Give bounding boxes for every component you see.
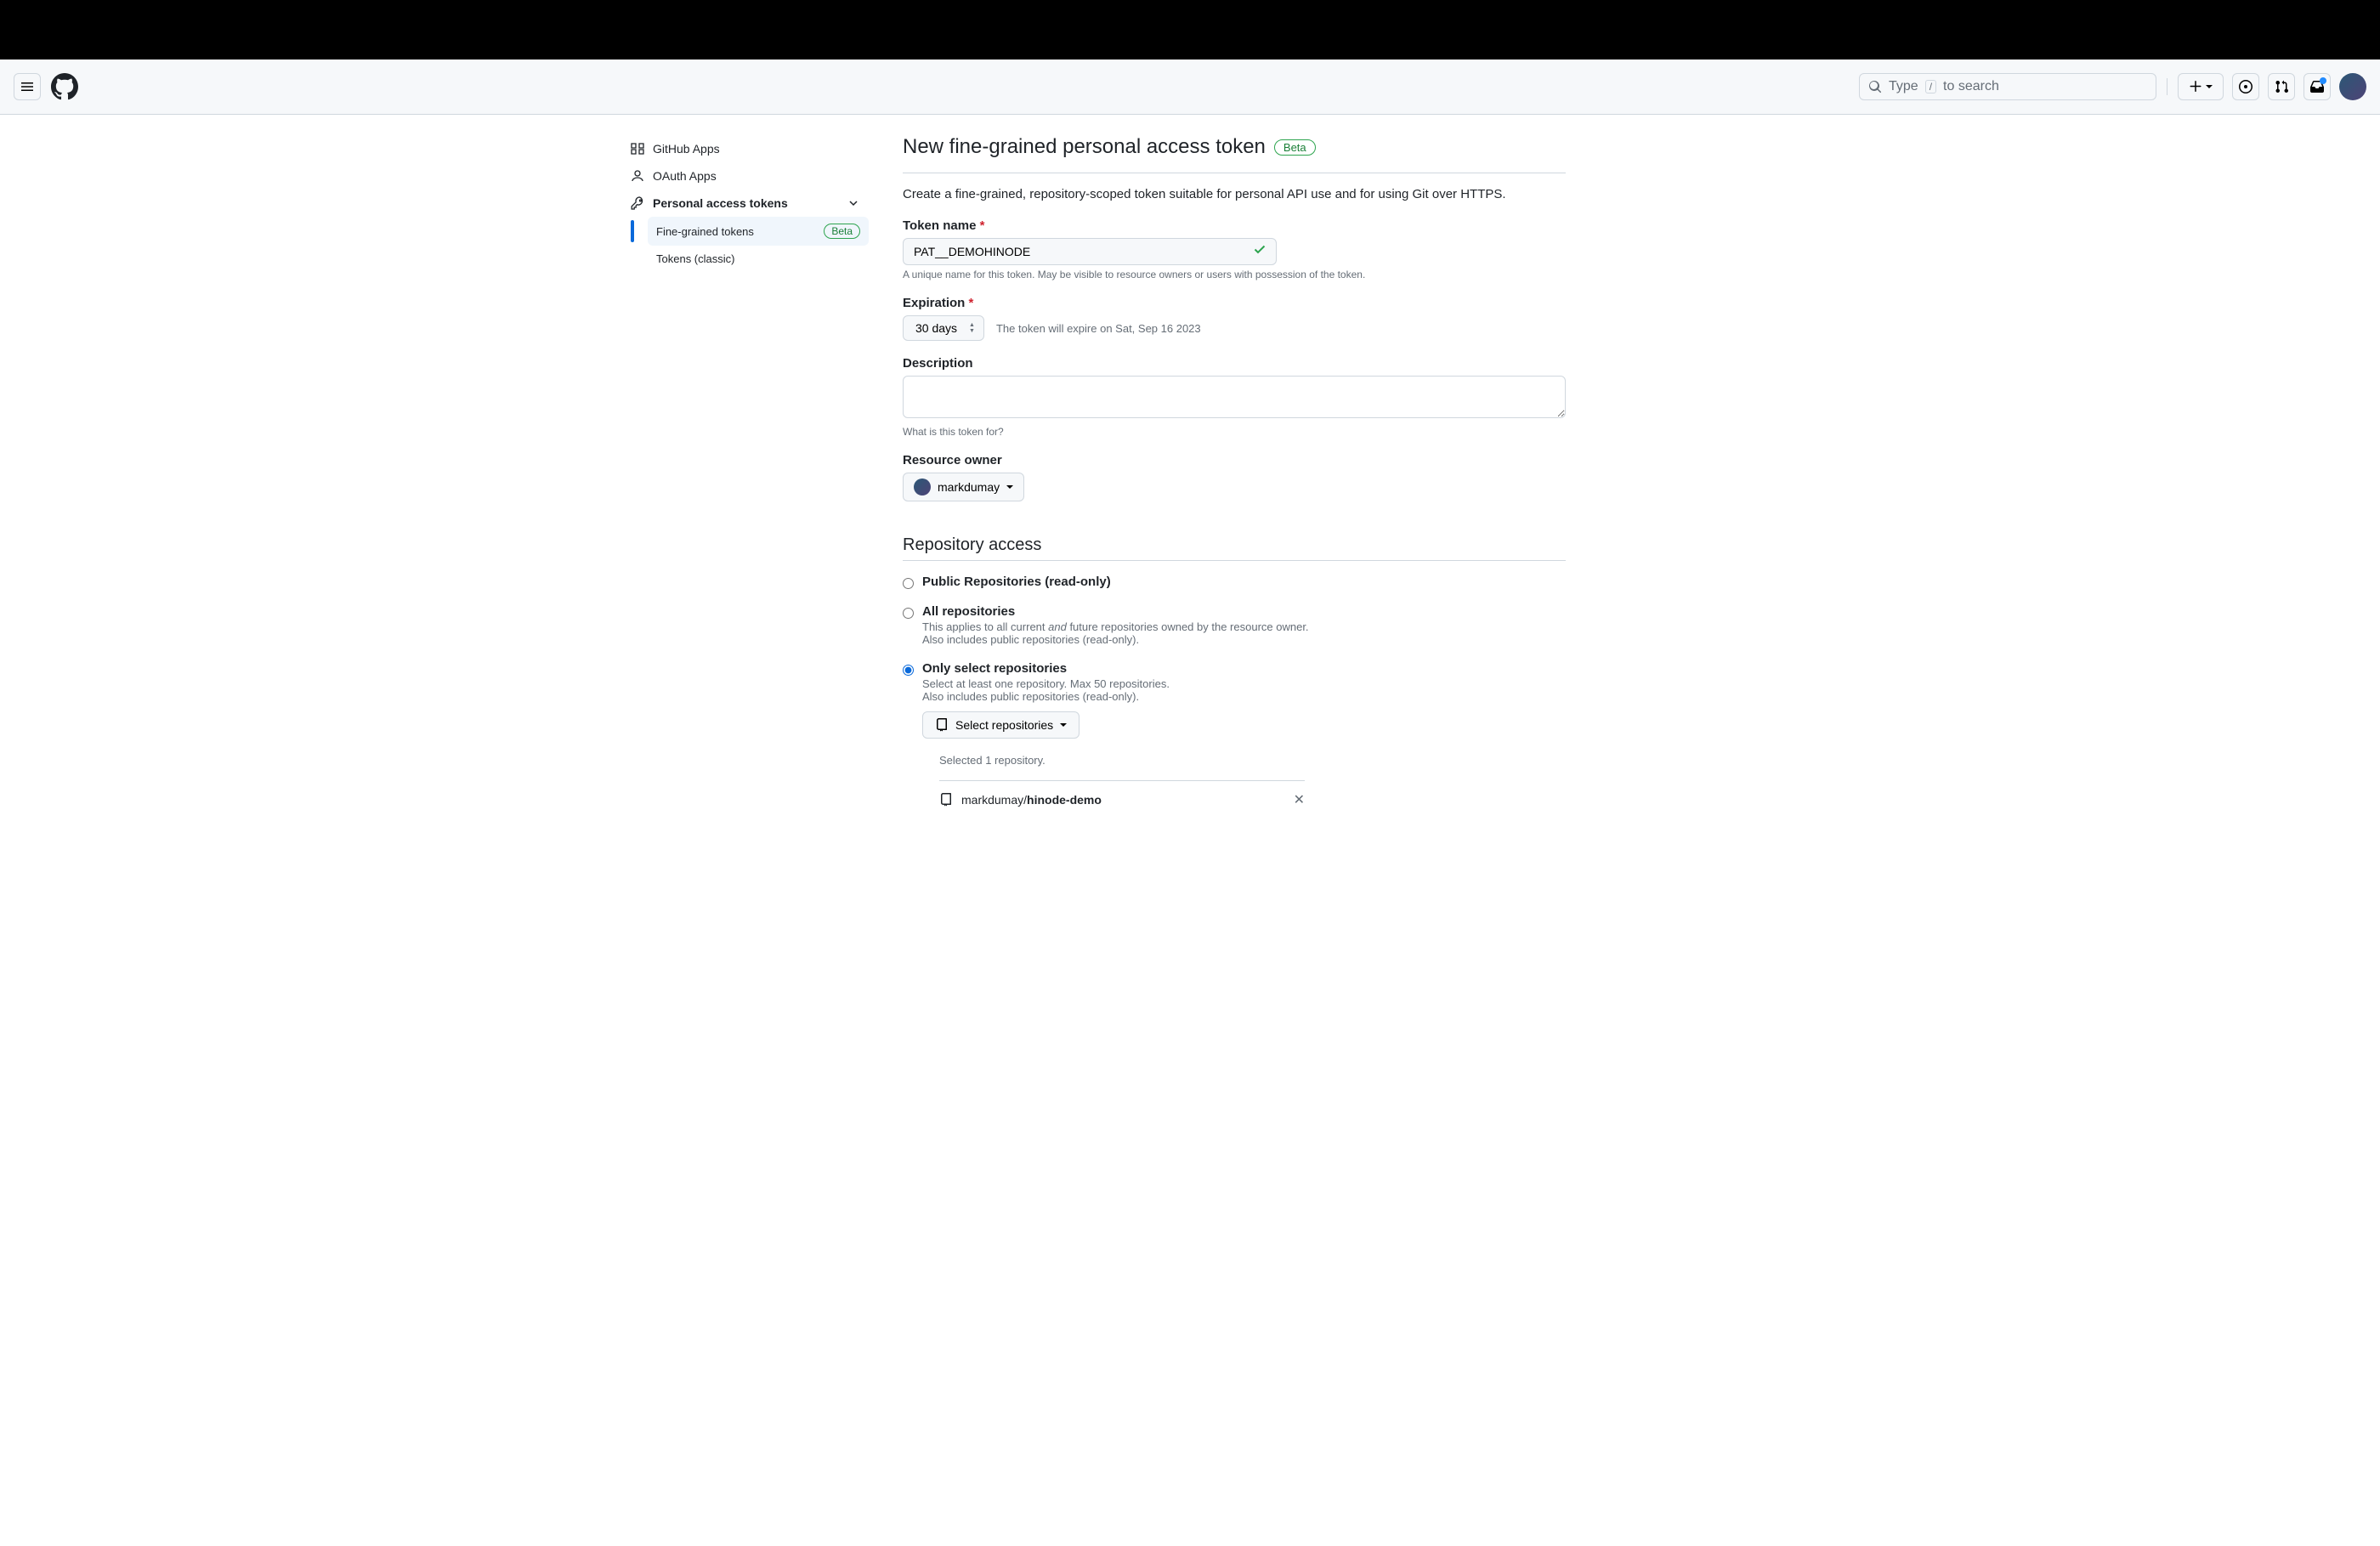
app-header: Type / to search — [0, 59, 2380, 115]
triangle-down-icon — [1006, 484, 1013, 490]
hamburger-menu-button[interactable] — [14, 73, 41, 100]
sidebar-item-oauth-apps[interactable]: OAuth Apps — [622, 162, 869, 190]
radio-all-repos[interactable] — [903, 608, 914, 619]
radio-select-repos[interactable] — [903, 665, 914, 676]
menu-icon — [20, 80, 34, 93]
expiration-select[interactable]: 30 days ▲▼ — [903, 315, 984, 341]
search-suffix: to search — [1943, 79, 1999, 94]
token-name-hint: A unique name for this token. May be vis… — [903, 269, 1566, 280]
check-icon — [1253, 243, 1266, 261]
expiration-hint: The token will expire on Sat, Sep 16 202… — [996, 322, 1201, 335]
page-title-text: New fine-grained personal access token — [903, 135, 1266, 159]
selected-count: Selected 1 repository. — [939, 754, 1305, 767]
pull-requests-button[interactable] — [2268, 73, 2295, 100]
description-label: Description — [903, 356, 1566, 371]
radio-public-label: Public Repositories (read-only) — [922, 575, 1111, 589]
beta-badge: Beta — [824, 224, 860, 239]
triangle-down-icon — [1060, 722, 1067, 728]
remove-repo-button[interactable]: ✕ — [1294, 791, 1305, 808]
sidebar-item-personal-access-tokens[interactable]: Personal access tokens — [622, 190, 869, 217]
search-icon — [1868, 80, 1882, 93]
sidebar-item-label: Personal access tokens — [653, 196, 788, 210]
notifications-button[interactable] — [2304, 73, 2331, 100]
sidebar-item-fine-grained-tokens[interactable]: Fine-grained tokens Beta — [648, 217, 869, 246]
description-hint: What is this token for? — [903, 426, 1566, 438]
token-name-input[interactable] — [903, 238, 1277, 265]
issues-button[interactable] — [2232, 73, 2259, 100]
key-icon — [631, 196, 644, 210]
divider — [903, 560, 1566, 561]
user-avatar-button[interactable] — [2339, 73, 2366, 100]
expiration-value: 30 days — [915, 321, 957, 335]
radio-all-desc: This applies to all current and future r… — [922, 620, 1309, 646]
separator — [2167, 78, 2168, 95]
apps-icon — [631, 142, 644, 156]
token-name-label: Token name * — [903, 218, 1566, 233]
browser-chrome-bar — [0, 0, 2380, 59]
radio-select-label: Only select repositories — [922, 661, 1305, 676]
settings-sidebar: GitHub Apps OAuth Apps Personal access t… — [622, 135, 869, 834]
page-title: New fine-grained personal access token B… — [903, 135, 1316, 159]
search-button[interactable]: Type / to search — [1859, 73, 2156, 100]
notification-indicator — [2320, 77, 2326, 84]
select-repos-label: Select repositories — [955, 718, 1053, 732]
repository-access-heading: Repository access — [903, 535, 1566, 555]
git-pull-request-icon — [2275, 80, 2288, 93]
main-content: New fine-grained personal access token B… — [903, 135, 1566, 834]
repo-icon — [935, 718, 949, 732]
search-prefix: Type — [1889, 79, 1918, 94]
owner-avatar — [914, 479, 931, 496]
select-repositories-button[interactable]: Select repositories — [922, 711, 1080, 739]
person-icon — [631, 169, 644, 183]
triangle-down-icon — [2206, 83, 2213, 90]
selected-repo-name: markdumay/hinode-demo — [961, 793, 1102, 807]
sidebar-item-label: Tokens (classic) — [656, 252, 734, 265]
mark-github-icon — [51, 73, 78, 100]
page-subtitle: Create a fine-grained, repository-scoped… — [903, 187, 1566, 201]
sidebar-item-github-apps[interactable]: GitHub Apps — [622, 135, 869, 162]
plus-icon — [2189, 80, 2202, 93]
owner-name: markdumay — [938, 480, 1000, 494]
beta-badge: Beta — [1274, 139, 1316, 156]
description-textarea[interactable] — [903, 376, 1566, 418]
repo-icon — [939, 793, 953, 807]
selected-repo-row: markdumay/hinode-demo ✕ — [939, 780, 1305, 818]
radio-all-label: All repositories — [922, 604, 1309, 619]
search-slash: / — [1925, 80, 1936, 93]
expiration-label: Expiration * — [903, 296, 1566, 310]
sidebar-item-tokens-classic[interactable]: Tokens (classic) — [648, 246, 869, 272]
stepper-icon: ▲▼ — [969, 322, 975, 334]
sidebar-item-label: Fine-grained tokens — [656, 225, 754, 238]
create-new-button[interactable] — [2178, 73, 2224, 100]
radio-select-desc: Select at least one repository. Max 50 r… — [922, 677, 1305, 703]
issue-opened-icon — [2239, 80, 2252, 93]
resource-owner-label: Resource owner — [903, 453, 1566, 467]
github-logo[interactable] — [51, 73, 78, 100]
resource-owner-select[interactable]: markdumay — [903, 473, 1024, 501]
sidebar-item-label: OAuth Apps — [653, 169, 717, 183]
sidebar-item-label: GitHub Apps — [653, 142, 720, 156]
radio-public-repos[interactable] — [903, 578, 914, 589]
chevron-down-icon — [847, 196, 860, 210]
